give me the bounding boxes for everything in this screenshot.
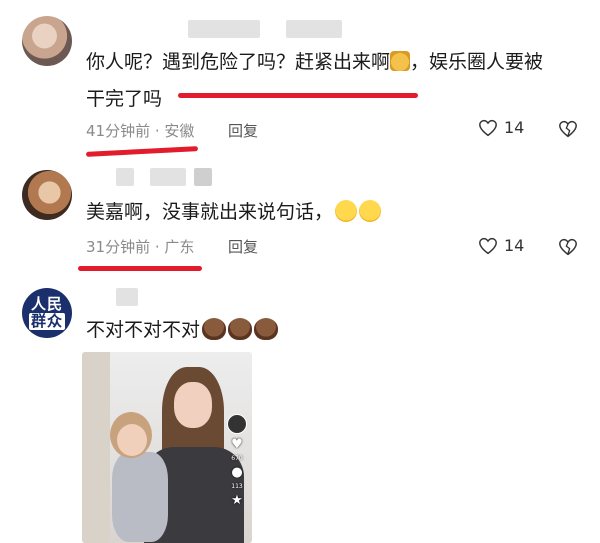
username-redacted [116,168,134,186]
comment-time-location: 31分钟前 · 广东 [86,238,195,256]
crying-face-emoji [359,200,382,222]
reply-button[interactable]: 回复 [228,236,258,257]
comment-text: 不对不对不对 [86,312,279,349]
cat-face-emoji [390,51,411,71]
star-icon[interactable]: ★ [231,494,243,507]
like-button[interactable]: 14 [478,118,524,137]
comment-time-location: 41分钟前 · 安徽 [86,122,195,140]
comment-icon[interactable]: ● [231,466,242,479]
poop-emoji [228,318,253,340]
comment-text: 你人呢？遇到危险了吗？赶紧出来啊 ，娱乐圈人要被 干完了吗 [86,51,544,110]
like-count: 14 [504,118,525,137]
user-avatar[interactable] [22,170,72,220]
red-underline [78,266,202,271]
creator-avatar[interactable] [227,414,247,434]
heart-icon[interactable]: ♥ [231,438,243,451]
heart-icon [479,119,497,136]
dislike-icon[interactable] [558,238,578,256]
red-underline [178,93,418,98]
like-count: 14 [504,236,525,255]
reply-button[interactable]: 回复 [228,120,258,141]
crying-face-emoji [335,200,358,222]
dislike-icon[interactable] [558,120,578,138]
username-redacted [116,288,138,306]
username-redacted [188,20,260,38]
user-avatar[interactable]: 人民 群众 [22,288,72,338]
poop-emoji [202,318,227,340]
username-redacted [286,20,342,38]
heart-icon [479,237,497,254]
user-avatar[interactable] [22,16,72,66]
poop-emoji [254,318,279,340]
username-redacted [194,168,212,186]
video-side-controls: ♥ 670 ● 113 ★ [226,414,248,507]
like-button[interactable]: 14 [478,236,524,255]
attached-video-thumbnail[interactable]: ♥ 670 ● 113 ★ [82,352,252,543]
red-underline [85,146,199,157]
comment-text: 美嘉啊，没事就出来说句话， [86,194,382,231]
username-redacted [150,168,186,186]
